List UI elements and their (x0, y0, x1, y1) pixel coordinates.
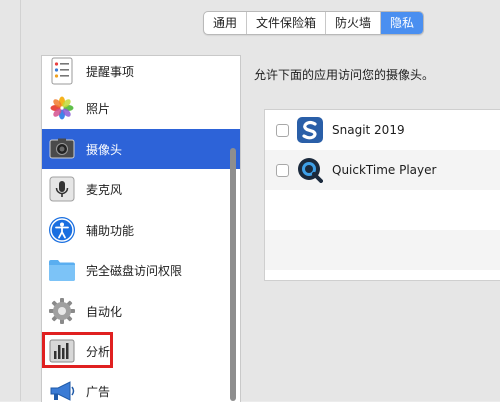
sidebar-item-camera[interactable]: 摄像头 (42, 129, 240, 169)
security-privacy-window: 通用 文件保险箱 防火墙 隐私 提醒事项 照片 摄像头 麦克风 辅助功能 完全磁… (0, 0, 500, 402)
sidebar-item-microphone[interactable]: 麦克风 (42, 169, 240, 209)
microphone-icon (48, 175, 76, 203)
app-name: Snagit 2019 (332, 123, 405, 137)
app-name: QuickTime Player (332, 163, 437, 177)
sidebar-item-automation[interactable]: 自动化 (42, 291, 240, 331)
sidebar-item-label: 自动化 (86, 304, 123, 319)
camera-app-list: Snagit 2019 QuickTime Player (264, 109, 500, 281)
sidebar-item-label: 照片 (86, 101, 111, 116)
sidebar-scrollbar[interactable] (230, 148, 236, 401)
sidebar-item-ads[interactable]: 广告 (42, 371, 240, 402)
snagit-icon (297, 117, 323, 143)
accessibility-icon (48, 216, 76, 244)
quicktime-checkbox[interactable] (276, 163, 289, 177)
tab-firewall[interactable]: 防火墙 (326, 12, 382, 34)
sidebar-item-photos[interactable]: 照片 (42, 88, 240, 128)
app-row-quicktime: QuickTime Player (265, 150, 500, 190)
app-row-snagit: Snagit 2019 (265, 110, 500, 150)
sidebar-item-label: 麦克风 (86, 182, 123, 197)
reminders-icon (48, 57, 76, 85)
sidebar-item-label: 摄像头 (86, 142, 123, 157)
tab-privacy[interactable]: 隐私 (381, 12, 424, 34)
photos-icon (48, 94, 76, 122)
sidebar-item-label: 完全磁盘访问权限 (86, 263, 183, 278)
sidebar-item-label: 辅助功能 (86, 223, 135, 238)
tab-general[interactable]: 通用 (204, 12, 248, 34)
megaphone-icon (48, 377, 76, 402)
camera-icon (48, 135, 76, 163)
sidebar-item-label: 提醒事项 (86, 64, 135, 79)
quicktime-icon (297, 157, 323, 183)
tab-filevault[interactable]: 文件保险箱 (247, 12, 327, 34)
sidebar-item-reminders[interactable]: 提醒事项 (42, 56, 240, 91)
window-edge (20, 0, 21, 401)
tab-bar: 通用 文件保险箱 防火墙 隐私 (203, 11, 425, 35)
camera-access-description: 允许下面的应用访问您的摄像头。 (254, 68, 435, 82)
app-row-empty (265, 230, 500, 270)
folder-icon (48, 256, 76, 284)
sidebar-item-label: 广告 (86, 384, 111, 399)
sidebar-item-full-disk-access[interactable]: 完全磁盘访问权限 (42, 250, 240, 290)
app-row-empty (265, 190, 500, 230)
snagit-checkbox[interactable] (276, 123, 289, 137)
highlight-box (42, 332, 113, 368)
sidebar-item-accessibility[interactable]: 辅助功能 (42, 210, 240, 250)
gear-icon (48, 297, 76, 325)
